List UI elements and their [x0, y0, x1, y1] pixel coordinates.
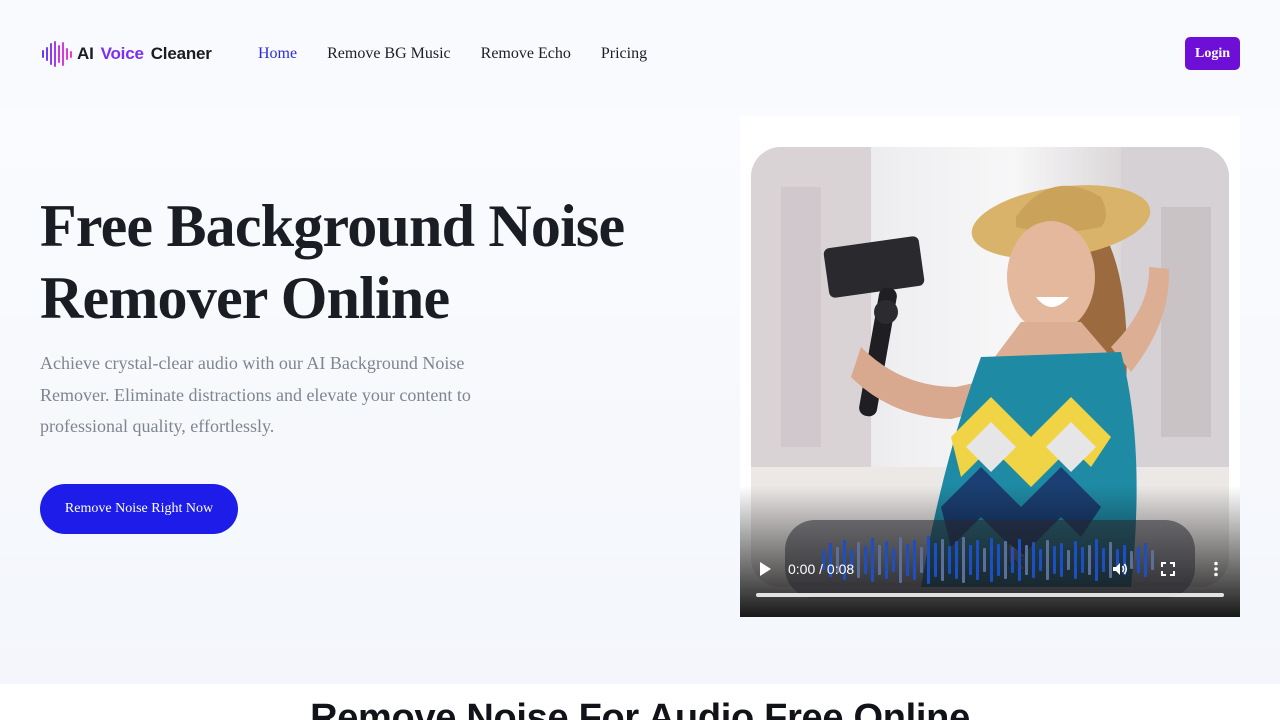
- fullscreen-icon[interactable]: [1159, 560, 1177, 578]
- logo-text-cleaner: Cleaner: [150, 44, 212, 63]
- logo[interactable]: AI Voice Cleaner: [42, 40, 212, 68]
- hero-description: Achieve crystal-clear audio with our AI …: [40, 353, 471, 436]
- more-vertical-icon[interactable]: [1207, 560, 1225, 578]
- nav-remove-bg-music[interactable]: Remove BG Music: [327, 44, 451, 64]
- play-icon[interactable]: [756, 560, 774, 578]
- nav-pricing[interactable]: Pricing: [601, 44, 647, 64]
- nav-remove-echo[interactable]: Remove Echo: [481, 44, 571, 64]
- main-nav: Home Remove BG Music Remove Echo Pricing: [258, 44, 647, 64]
- logo-text-voice: Voice: [100, 44, 144, 63]
- login-button[interactable]: Login: [1185, 37, 1240, 70]
- remove-noise-button[interactable]: Remove Noise Right Now: [40, 484, 238, 534]
- title-line-2: Remover Online: [40, 265, 450, 331]
- page-title: Free Background Noise Remover Online: [40, 190, 680, 334]
- volume-icon[interactable]: [1111, 560, 1129, 578]
- nav-home[interactable]: Home: [258, 44, 297, 64]
- time-display: 0:00 / 0:08: [788, 561, 855, 577]
- site-header: AI Voice Cleaner Home Remove BG Music Re…: [0, 0, 1280, 108]
- waveform-bars: [822, 530, 1154, 590]
- logo-text-ai: AI: [77, 44, 94, 63]
- soundwave-icon: [42, 40, 72, 68]
- video-player[interactable]: 0:00 / 0:08: [740, 116, 1240, 617]
- section-title: Remove Noise For Audio Free Online: [310, 697, 970, 720]
- title-line-1: Free Background Noise: [40, 193, 625, 259]
- progress-bar[interactable]: [756, 593, 1224, 597]
